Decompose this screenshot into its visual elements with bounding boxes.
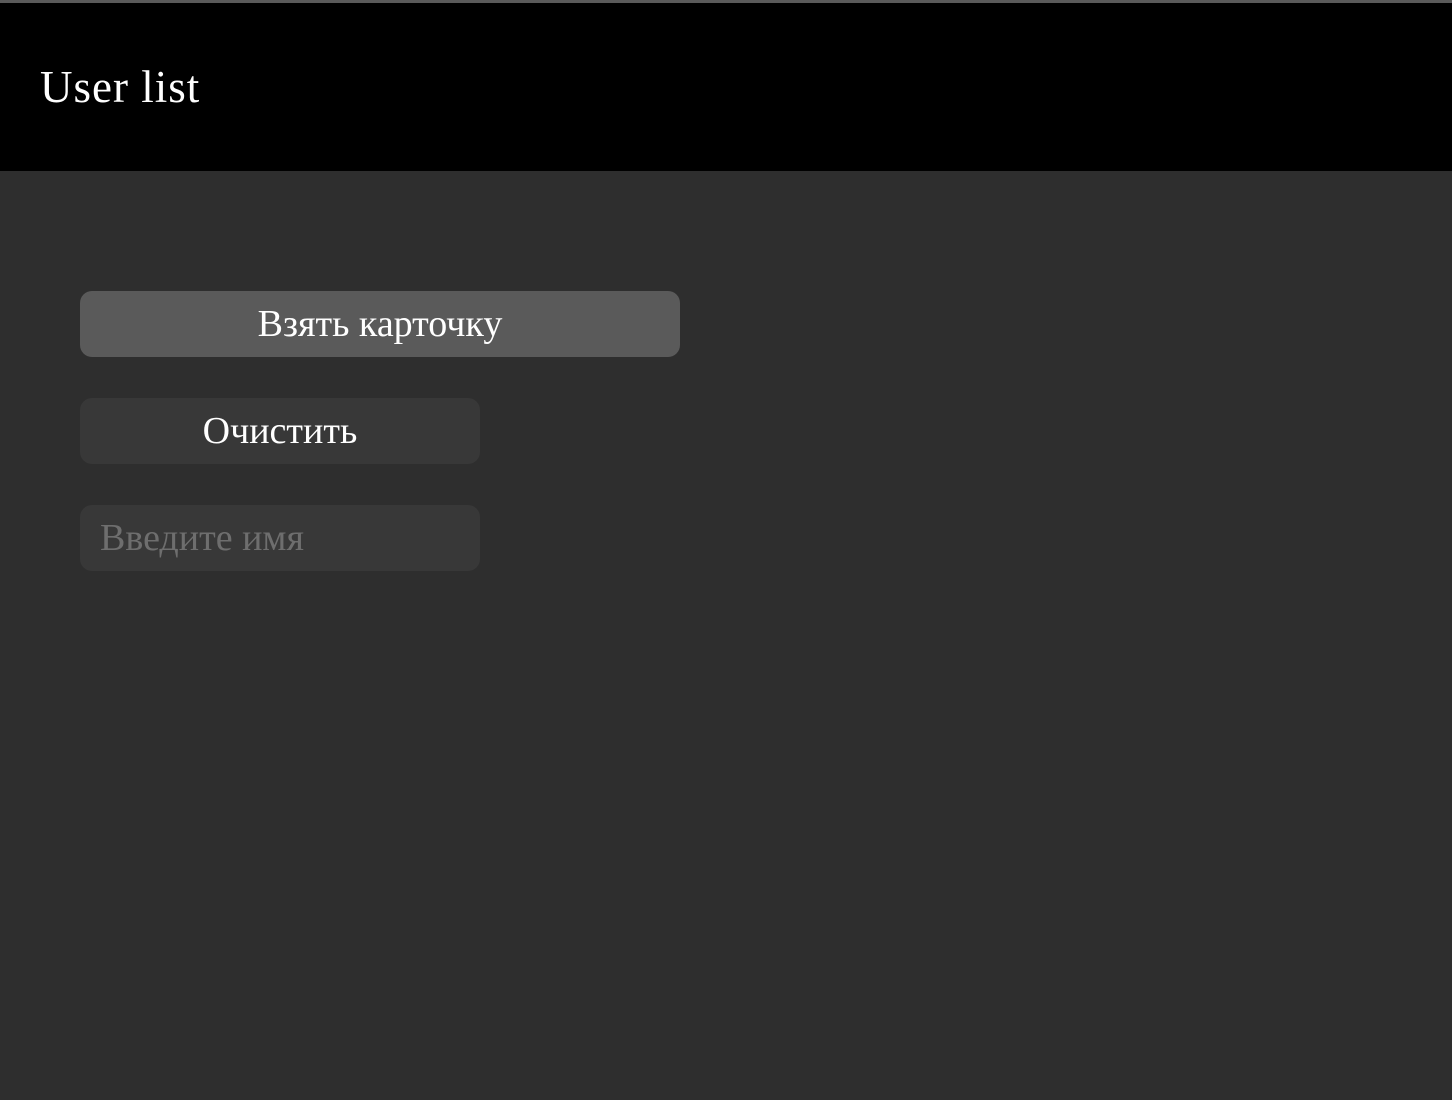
name-input[interactable] [80,505,480,571]
clear-button[interactable]: Очистить [80,398,480,464]
main-content: Взять карточку Очистить [0,171,1452,1100]
app-header: User list [0,3,1452,171]
take-card-button[interactable]: Взять карточку [80,291,680,357]
page-title: User list [40,62,201,112]
